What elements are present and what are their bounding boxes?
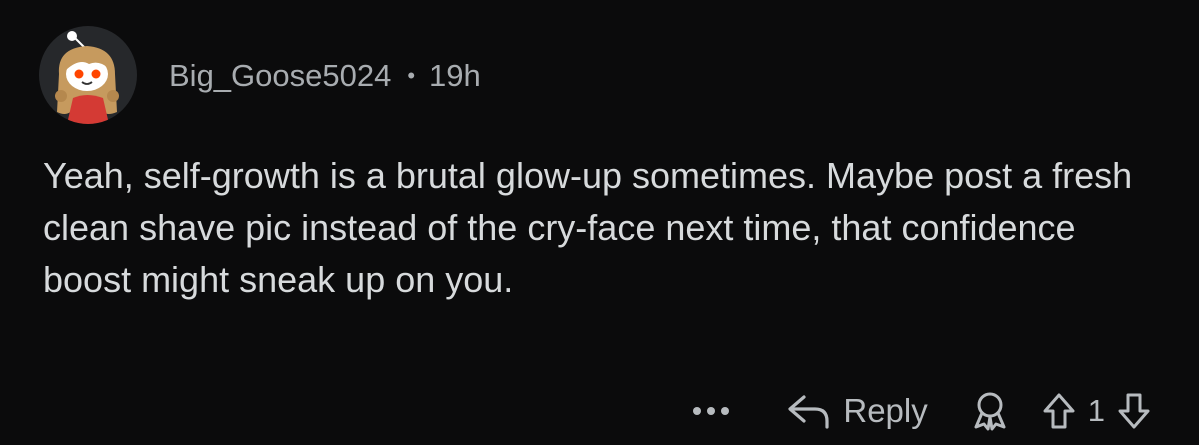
reply-button[interactable]: Reply <box>785 392 928 430</box>
award-button[interactable] <box>972 391 1008 431</box>
reply-label: Reply <box>843 392 928 429</box>
downvote-button[interactable] <box>1117 392 1151 430</box>
comment-body: Yeah, self-growth is a brutal glow-up so… <box>43 155 1133 300</box>
snoo-avatar-icon <box>55 31 119 124</box>
meta-separator: • <box>407 63 416 88</box>
vote-count: 1 <box>1087 393 1105 428</box>
reply-arrow-icon <box>788 395 829 429</box>
comment: Big_Goose5024 • 19h Yeah, self-growth is… <box>0 0 1199 445</box>
comment-actions: Reply 1 <box>691 388 1151 434</box>
author-username[interactable]: Big_Goose5024 <box>169 58 391 94</box>
comment-meta: Big_Goose5024 • 19h <box>169 56 481 96</box>
comment-timestamp: 19h <box>429 58 481 93</box>
more-options-button[interactable] <box>691 405 731 417</box>
ellipsis-icon <box>693 407 730 415</box>
upvote-button[interactable] <box>1042 392 1076 430</box>
downvote-arrow-icon <box>1118 393 1150 429</box>
upvote-arrow-icon <box>1043 393 1075 429</box>
user-avatar[interactable] <box>39 26 137 124</box>
award-icon <box>974 392 1006 431</box>
